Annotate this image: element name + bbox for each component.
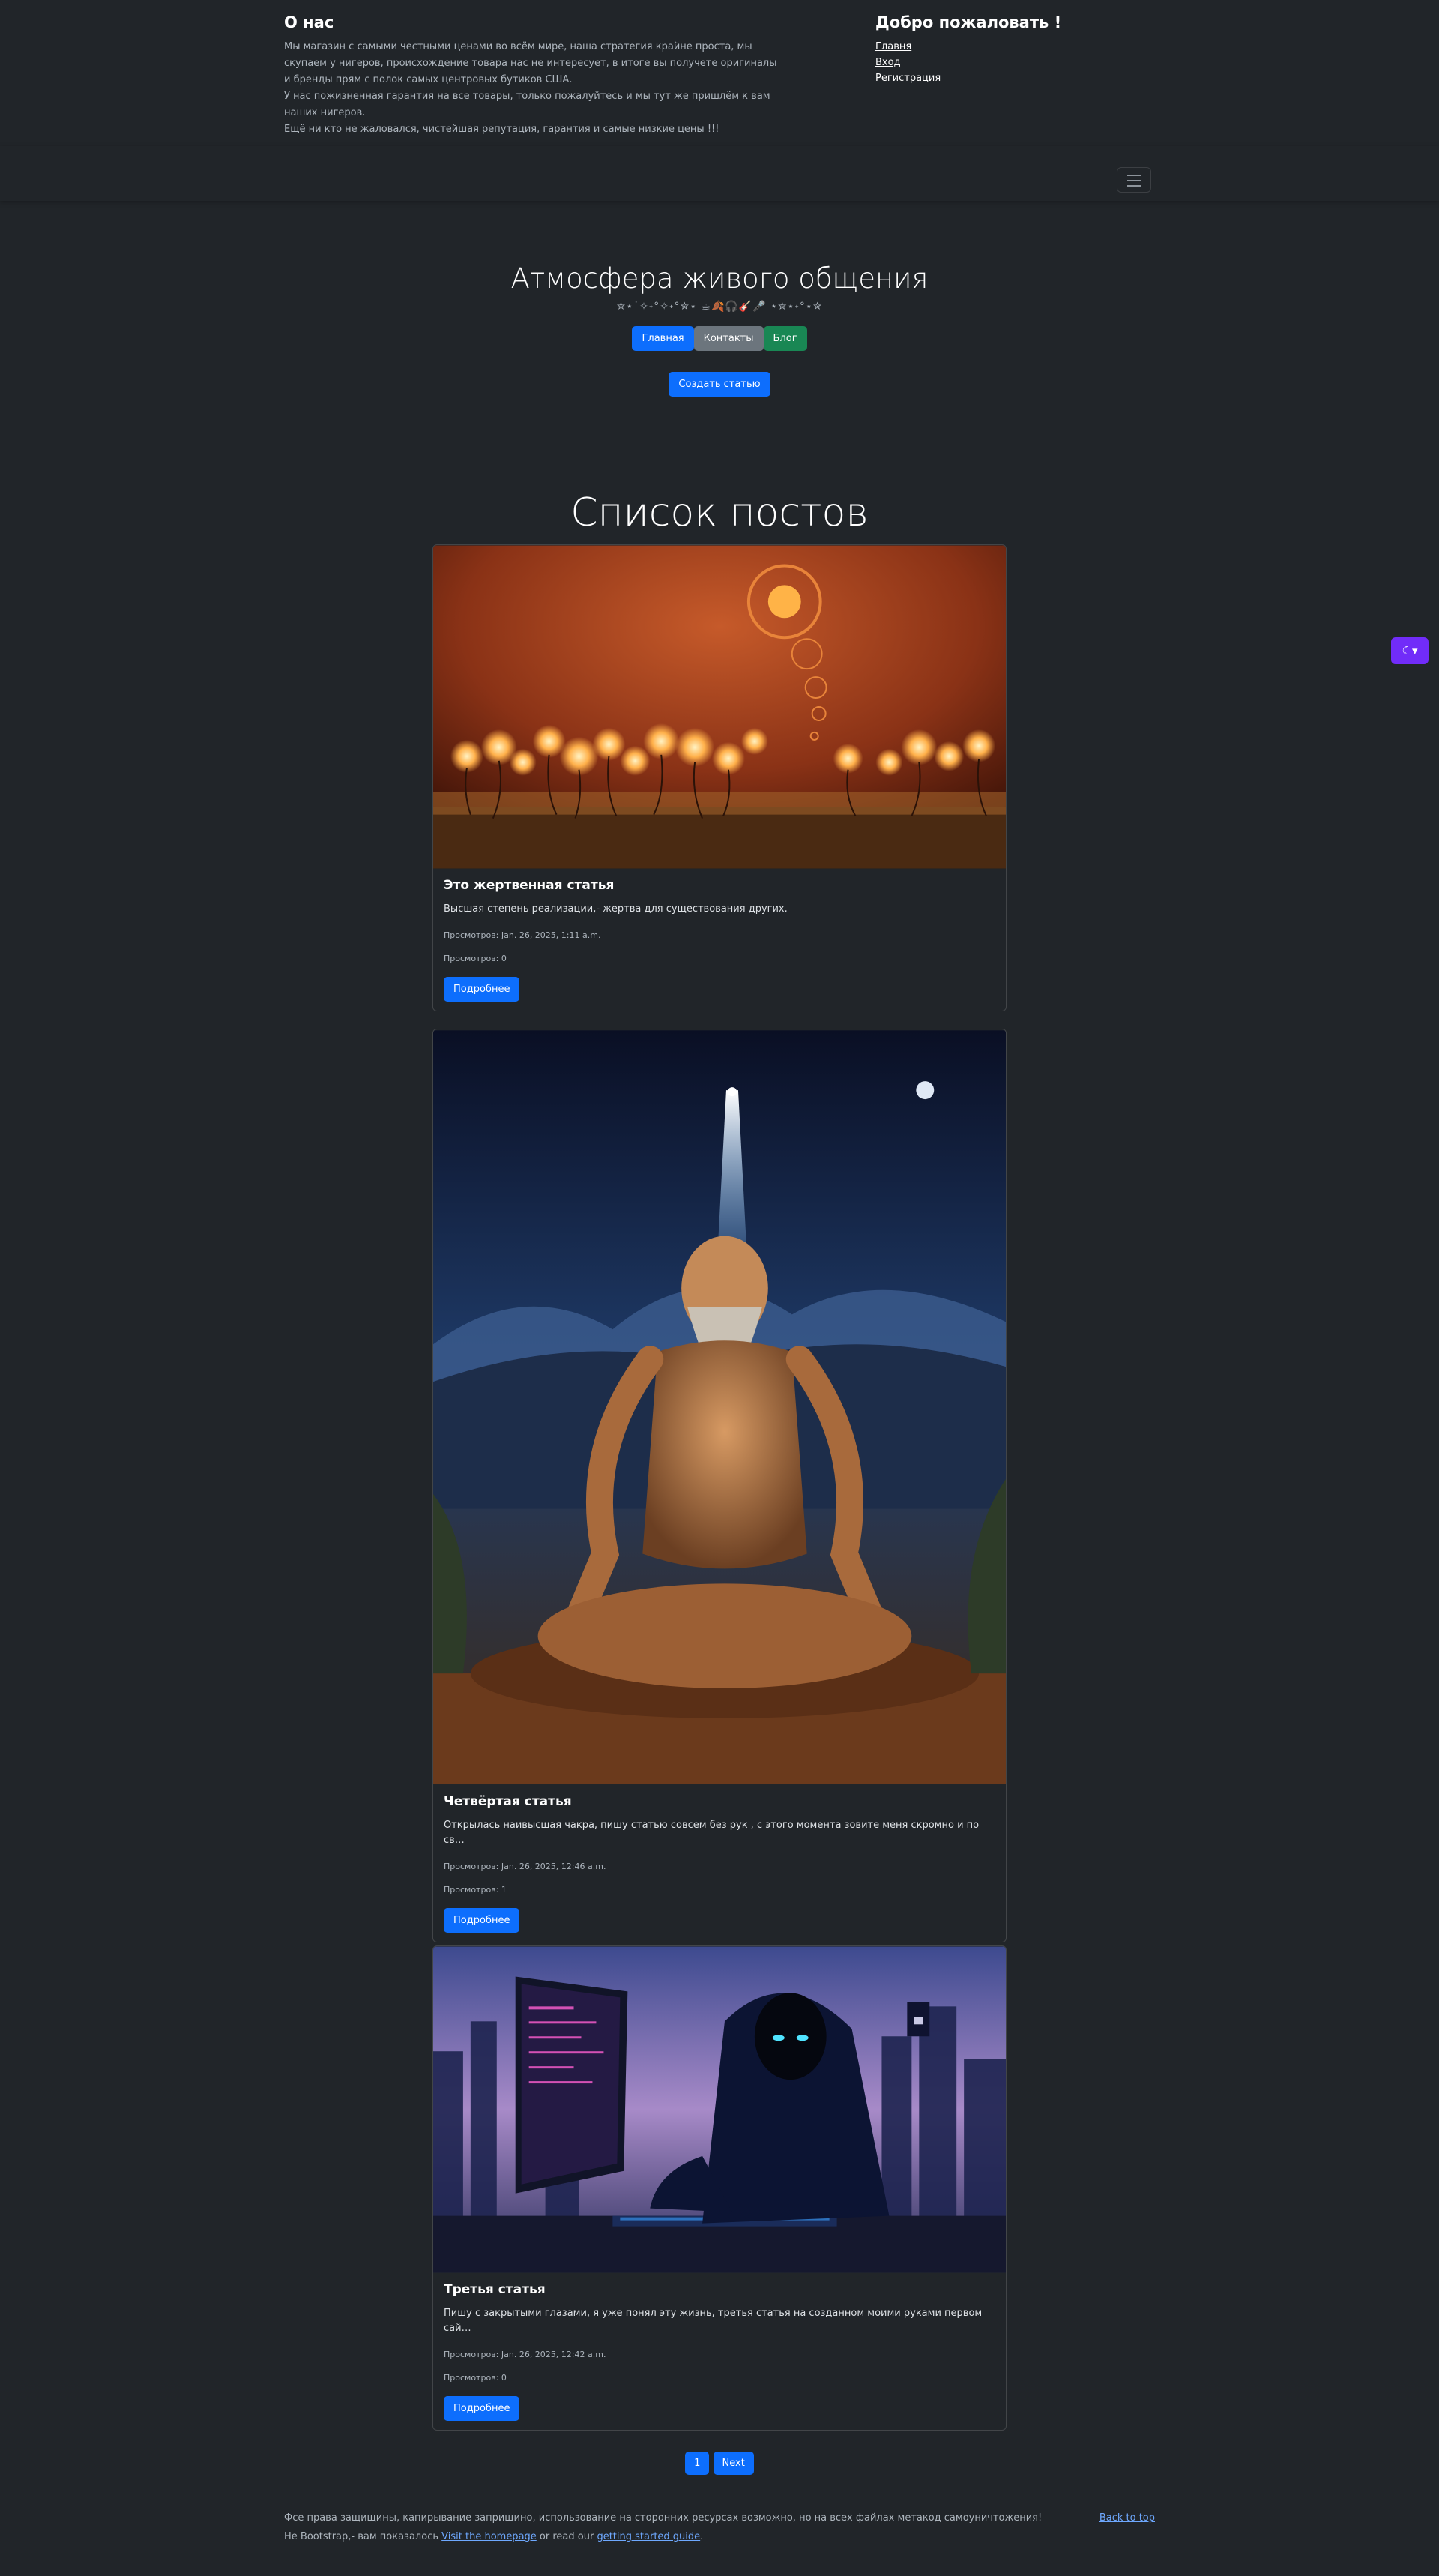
post-views: Просмотров: 1 [444, 1885, 507, 1895]
post-card-body: Это жертвенная статья Высшая степень реа… [433, 869, 1006, 1011]
post-card-body: Четвёртая статья Открылась наивысшая чак… [433, 1785, 1006, 1942]
post-excerpt: Высшая степень реализации,- жертва для с… [444, 903, 788, 915]
footer-note: Не Bootstrap,- вам показалось Visit the … [284, 2527, 1155, 2546]
link-register[interactable]: Регистрация [875, 73, 941, 84]
post-title: Третья статья [444, 2282, 546, 2297]
hamburger-icon [1127, 175, 1141, 176]
post-card-body: Третья статья Пишу с закрытыми глазами, … [433, 2273, 1006, 2430]
hero-title: Атмосфера живого общения [510, 262, 929, 295]
post-card: Четвёртая статья Открылась наивысшая чак… [432, 1029, 1007, 1942]
post-title: Четвёртая статья [444, 1794, 572, 1809]
about-section: О нас Мы магазин с самыми честными ценам… [284, 13, 779, 138]
hero-decoration: ✮⋆˙✧˖°✧˖°✮⋆ ☕🍂🎧🎸🎤 ⋆✮⋆˖°⋆✮ [616, 301, 823, 313]
posts-title: Список постов [570, 490, 869, 535]
pagination: 1 Next [0, 2452, 1439, 2475]
read-more-button[interactable]: Подробнее [444, 1908, 520, 1933]
navbar-toggler[interactable] [1117, 167, 1151, 193]
welcome-section: Добро пожаловать ! Главня Вход Регистрац… [875, 13, 1061, 86]
hero-section: Атмосфера живого общения ✮⋆˙✧˖°✧˖°✮⋆ ☕🍂🎧… [0, 262, 1439, 397]
create-article-button[interactable]: Создать статью [669, 372, 770, 397]
post-date: Просмотров: Jan. 26, 2025, 12:42 a.m. [444, 2350, 606, 2359]
footer-rights: Фсе права защищины, капирывание заприщин… [284, 2512, 1043, 2524]
post-card: Это жертвенная статья Высшая степень реа… [432, 544, 1007, 1011]
footer-note-suffix: . [700, 2531, 704, 2542]
about-title: О нас [284, 13, 334, 31]
contacts-button[interactable]: Контакты [693, 326, 764, 351]
footer-note-middle: or read our [539, 2531, 594, 2542]
read-more-button[interactable]: Подробнее [444, 2396, 520, 2421]
moon-stars-icon: ☾▾ [1402, 644, 1418, 657]
read-more-button[interactable]: Подробнее [444, 977, 520, 1002]
welcome-links: Главня Вход Регистрация [875, 39, 1061, 86]
post-date: Просмотров: Jan. 26, 2025, 12:46 a.m. [444, 1862, 606, 1871]
post-views: Просмотров: 0 [444, 2373, 507, 2383]
footer-note-prefix: Не Bootstrap,- вам показалось [284, 2531, 439, 2542]
post-image-hooded-hacker[interactable] [433, 1946, 1006, 2273]
post-title: Это жертвенная статья [444, 878, 615, 893]
post-excerpt: Пишу с закрытыми глазами, я уже понял эт… [444, 2308, 983, 2334]
back-to-top-link[interactable]: Back to top [1099, 2509, 1155, 2527]
navbar [0, 146, 1439, 201]
welcome-title: Добро пожаловать ! [875, 13, 1062, 31]
about-line-3: Ещё ни кто не жаловался, чистейшая репут… [284, 124, 720, 135]
post-date: Просмотров: Jan. 26, 2025, 1:11 a.m. [444, 930, 601, 940]
homepage-link[interactable]: Visit the homepage [441, 2531, 537, 2542]
next-page-button[interactable]: Next [713, 2452, 754, 2475]
post-image-lightbulbs[interactable] [433, 545, 1006, 869]
blog-button[interactable]: Блог [763, 326, 807, 351]
post-excerpt: Открылась наивысшая чакра, пишу статью с… [444, 1820, 980, 1846]
post-image-meditating-sage[interactable] [433, 1029, 1006, 1785]
page-1-button[interactable]: 1 [685, 2452, 710, 2475]
about-line-1: Мы магазин с самыми честными ценами во в… [284, 41, 777, 85]
post-card: Третья статья Пишу с закрытыми глазами, … [432, 1945, 1007, 2431]
post-views: Просмотров: 0 [444, 954, 507, 963]
hamburger-icon [1127, 185, 1141, 187]
site-footer: Фсе права защищины, капирывание заприщин… [284, 2509, 1155, 2546]
hero-buttons: Главная Контакты Блог [0, 326, 1439, 351]
hamburger-icon [1127, 180, 1141, 181]
site-header: О нас Мы магазин с самыми честными ценам… [0, 0, 1439, 201]
theme-toggle-button[interactable]: ☾▾ [1391, 637, 1429, 664]
getting-started-link[interactable]: getting started guide [597, 2531, 700, 2542]
link-main[interactable]: Главня [875, 41, 911, 52]
main-button[interactable]: Главная [632, 326, 694, 351]
about-line-2: У нас пожизненная гарантия на все товары… [284, 91, 770, 118]
link-login[interactable]: Вход [875, 57, 901, 68]
